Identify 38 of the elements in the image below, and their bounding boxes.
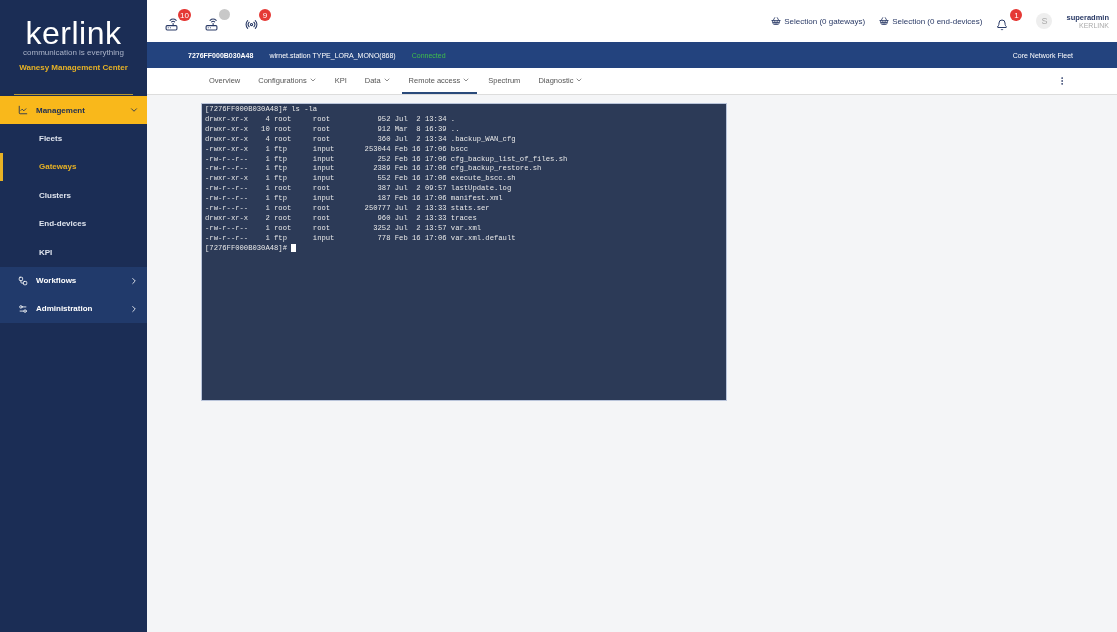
kerlink-logo: kerlink <box>25 18 122 48</box>
bell-icon[interactable] <box>996 19 1009 31</box>
section-label: Workflows <box>36 276 78 285</box>
section-label: Administration <box>36 304 94 313</box>
terminal[interactable] <box>201 103 727 401</box>
sidebar-item[interactable]: Clusters <box>0 181 147 210</box>
sidebar-item[interactable]: End-devices <box>0 209 147 238</box>
section-icon <box>18 303 28 314</box>
basket-icon <box>771 16 782 26</box>
chevron-icon <box>382 76 391 84</box>
basket-icon <box>879 16 890 26</box>
chevron-icon <box>308 76 317 84</box>
chevron-icon <box>462 76 471 84</box>
sidebar-item[interactable]: Fleets <box>0 124 147 153</box>
chevron-icon <box>129 303 139 314</box>
chevron-icon <box>129 105 139 115</box>
sidebar-item[interactable]: Gateways <box>0 152 147 181</box>
selection-link[interactable]: Selection (0 gateways) <box>771 16 866 26</box>
count-badge: 10 <box>178 9 191 21</box>
section-label: Management <box>36 105 86 115</box>
status-dot <box>219 9 230 20</box>
selection-link[interactable]: Selection (0 end-devices) <box>879 16 983 26</box>
sidebar-section[interactable]: Management <box>0 96 147 124</box>
sidebar-section[interactable]: Administration <box>0 294 147 323</box>
sidebar-section[interactable]: Workflows <box>0 266 147 295</box>
section-icon <box>18 105 28 115</box>
cursor <box>290 243 296 252</box>
chevron-icon <box>575 76 584 84</box>
count-badge: 9 <box>259 9 271 21</box>
router-icon[interactable] <box>205 18 218 31</box>
chevron-icon <box>129 275 139 286</box>
router-icon[interactable] <box>165 18 178 31</box>
antenna-icon[interactable] <box>245 18 258 31</box>
product-name: Wanesy Management Center <box>19 63 128 72</box>
sidebar-item[interactable]: KPI <box>0 238 147 267</box>
notification-badge: 1 <box>1010 9 1023 21</box>
section-icon <box>18 275 28 286</box>
tagline: communication is everything <box>23 48 124 57</box>
